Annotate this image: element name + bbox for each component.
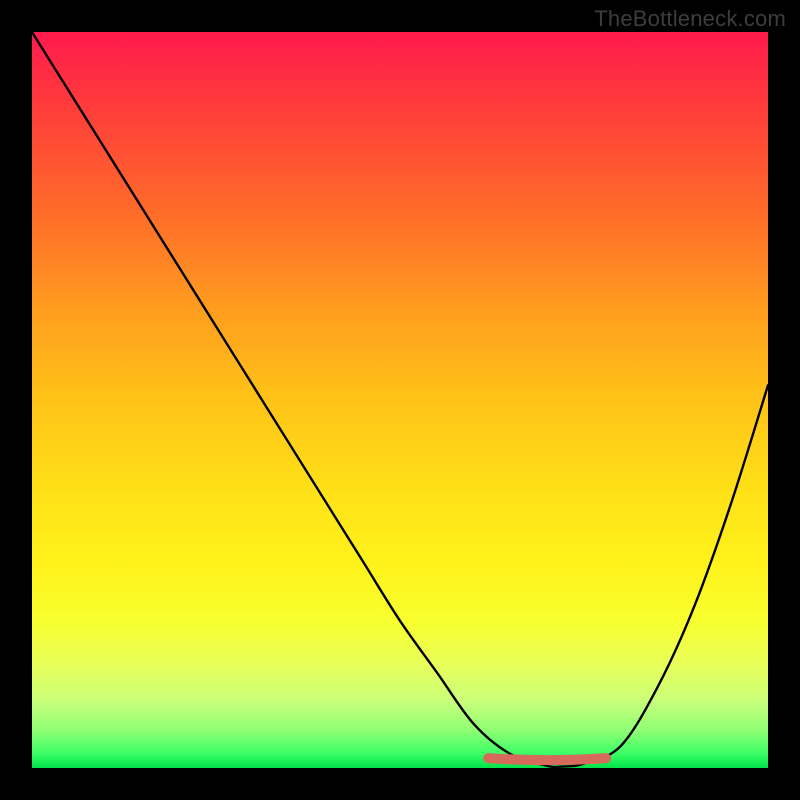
bottleneck-curve	[32, 32, 768, 767]
bottleneck-curve-chart	[32, 32, 768, 768]
watermark-text: TheBottleneck.com	[594, 6, 786, 32]
chart-stage: TheBottleneck.com	[0, 0, 800, 800]
optimal-segment	[488, 758, 606, 760]
chart-plot-area	[32, 32, 768, 768]
